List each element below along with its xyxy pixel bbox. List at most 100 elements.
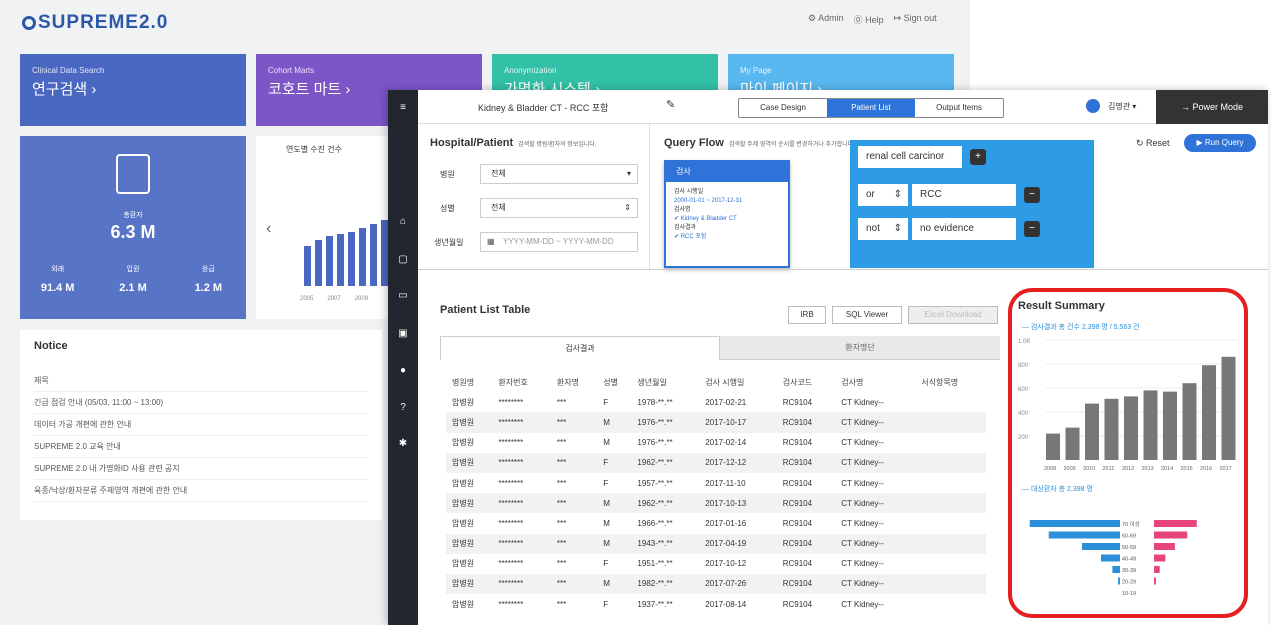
home-icon[interactable]: ⌂	[397, 216, 409, 228]
notice-item[interactable]: 육종/낙상/환자분류 주제영역 개편에 관한 안내	[34, 480, 368, 502]
notice-item[interactable]: SUPREME 2.0 내 가명화ID 사용 관련 공지	[34, 458, 368, 480]
chevron-left-icon[interactable]: ‹	[266, 220, 271, 238]
age-label: 50-59	[1122, 545, 1136, 551]
tab-patient-list[interactable]: Patient List	[827, 99, 915, 117]
table-cell: 2017-10-17	[705, 417, 747, 427]
table-row[interactable]: 암병원 ******** *** F 1937-**.** 2017-08-14 RC910…	[446, 594, 986, 614]
table-cell: CT Kidney--	[841, 438, 884, 448]
table-row[interactable]: 암병원 ******** *** F 1962-**.** 2017-12-12 RC910…	[446, 452, 986, 473]
menu-icon[interactable]: ≡	[397, 102, 409, 114]
x-tick-label: 2012	[1122, 466, 1134, 472]
mini-bar	[381, 220, 388, 286]
add-condition-icon[interactable]: +	[970, 149, 986, 165]
operator-select[interactable]: not ⇕	[858, 218, 908, 240]
male-bar	[1048, 531, 1120, 539]
power-mode-button[interactable]: → Power Mode	[1156, 90, 1268, 124]
condition-input[interactable]: no evidence	[912, 218, 1016, 240]
table-row[interactable]: 암병원 ******** *** M 1982-**.** 2017-07-26 RC910…	[446, 573, 986, 595]
table-cell: 암병원	[452, 458, 475, 468]
table-cell: ***	[556, 559, 567, 569]
table-row[interactable]: 암병원 ******** *** M 1976-**.** 2017-10-17 RC910…	[446, 412, 986, 433]
table-cell: RC9104	[782, 559, 813, 569]
table-row[interactable]: 암병원 ******** *** F 1951-**.** 2017-10-12 RC910…	[446, 554, 986, 574]
run-query-button[interactable]: ▶ Run Query	[1184, 134, 1256, 152]
year-bar	[1085, 403, 1099, 460]
year-bar	[1046, 433, 1060, 460]
column-header[interactable]: 서식항목명	[915, 372, 986, 392]
age-label: 10-19	[1122, 591, 1136, 597]
remove-condition-icon[interactable]: −	[1024, 187, 1040, 203]
node-title: 검사	[666, 162, 788, 182]
column-header[interactable]: 환자명	[551, 372, 597, 392]
mini-bar	[359, 228, 366, 286]
app-logo[interactable]: SUPREME2.0	[22, 12, 168, 34]
query-node[interactable]: 검사 검사 시행일 2000-01-01 ~ 2017-12-31 검사명 ✔ …	[664, 160, 790, 268]
x-tick-label: 2013	[1142, 466, 1154, 472]
mini-bar	[326, 236, 333, 286]
admin-link[interactable]: ⚙ Admin	[808, 13, 844, 26]
table-cell: 1962-**.**	[637, 498, 673, 508]
operator-select[interactable]: or ⇕	[858, 184, 908, 206]
table-row[interactable]: 암병원 ******** *** M 1966-**.** 2017-01-16 RC910…	[446, 513, 986, 533]
table-cell: M	[603, 539, 610, 549]
table-row[interactable]: 암병원 ******** *** M 1976-**.** 2017-02-14 RC910…	[446, 433, 986, 453]
card-data-search[interactable]: Clinical Data Search 연구검색 ›	[20, 54, 246, 126]
help-link[interactable]: ⓪ Help	[854, 13, 884, 26]
table-row[interactable]: 암병원 ******** *** F 1978-**.** 2017-02-21 RC910…	[446, 392, 986, 412]
updown-icon: ⇕	[893, 223, 902, 234]
notice-item[interactable]: SUPREME 2.0 교육 안내	[34, 436, 368, 458]
table-cell: ********	[498, 518, 524, 528]
column-header[interactable]: 환자번호	[492, 372, 551, 392]
table-cell: ********	[498, 599, 524, 609]
table-cell: 암병원	[452, 559, 475, 569]
tab-case-design[interactable]: Case Design	[739, 99, 827, 117]
table-cell: ***	[556, 397, 567, 407]
tab-output-items[interactable]: Output Items	[915, 99, 1003, 117]
irb-button[interactable]: IRB	[788, 306, 826, 324]
tab-results[interactable]: 검사결과	[440, 336, 720, 360]
excel-download-button[interactable]: Excel Download	[908, 306, 998, 324]
column-header[interactable]: 검사명	[835, 372, 915, 392]
settings-icon[interactable]: ✱	[397, 438, 409, 450]
column-header[interactable]: 성별	[597, 372, 631, 392]
condition-input[interactable]: renal cell carcinor	[858, 146, 962, 168]
column-header[interactable]: 생년월일	[631, 372, 699, 392]
condition-input[interactable]: RCC	[912, 184, 1016, 206]
table-row[interactable]: 암병원 ******** *** M 1943-**.** 2017-04-19 RC910…	[446, 533, 986, 554]
query-flow-panel: Query Flow 검색할 주제 영역의 순서를 변경하거나 추가합니다. 조…	[650, 124, 1268, 269]
year-bar	[1065, 427, 1080, 460]
table-cell: 암병원	[452, 579, 475, 589]
notice-item[interactable]: 긴급 점검 안내 (05/03, 11:00 ~ 13:00)	[34, 392, 368, 414]
folder-icon[interactable]: ▭	[397, 290, 409, 302]
hospital-select[interactable]: 전체 ▾	[480, 164, 638, 184]
remove-condition-icon[interactable]: −	[1024, 221, 1040, 237]
x-tick-label: 2009	[1064, 466, 1076, 472]
file-icon[interactable]: ▢	[397, 254, 409, 266]
notice-panel: Notice 제목 긴급 점검 안내 (05/03, 11:00 ~ 13:00…	[20, 330, 382, 520]
table-cell: RC9104	[782, 498, 813, 508]
sign-out-link[interactable]: ↦ Sign out	[894, 13, 937, 26]
column-header[interactable]: 병원명	[446, 372, 492, 392]
table-cell	[915, 493, 986, 513]
x-tick-label: 2014	[1161, 466, 1173, 472]
notice-item[interactable]: 데이터 가공 개편에 관한 안내	[34, 414, 368, 436]
user-menu[interactable]: 김명관 ▾	[1108, 101, 1136, 112]
column-header[interactable]: 검사코드	[777, 372, 836, 392]
birthdate-input[interactable]: ▦ YYYY-MM-DD ~ YYYY-MM-DD	[480, 232, 638, 252]
sql-viewer-button[interactable]: SQL Viewer	[832, 306, 902, 324]
female-bar	[1154, 554, 1166, 562]
tab-patients[interactable]: 환자명단	[720, 336, 1000, 360]
save-icon[interactable]: ▣	[397, 328, 409, 340]
reset-button[interactable]: ↻ Reset	[1136, 138, 1170, 149]
table-cell: 암병원	[452, 518, 475, 528]
year-bar	[1104, 398, 1119, 460]
user-icon[interactable]: ●	[397, 365, 409, 377]
gender-select[interactable]: 전체 ⇕	[480, 198, 638, 218]
help-icon[interactable]: ?	[397, 402, 409, 414]
table-cell: ********	[498, 559, 524, 569]
table-row[interactable]: 암병원 ******** *** M 1962-**.** 2017-10-13 RC910…	[446, 493, 986, 514]
avatar[interactable]	[1086, 99, 1100, 113]
table-row[interactable]: 암병원 ******** *** F 1957-**.** 2017-11-10 RC910…	[446, 473, 986, 493]
column-header[interactable]: 검사 시행일	[699, 372, 776, 392]
edit-icon[interactable]: ✎	[666, 98, 675, 111]
